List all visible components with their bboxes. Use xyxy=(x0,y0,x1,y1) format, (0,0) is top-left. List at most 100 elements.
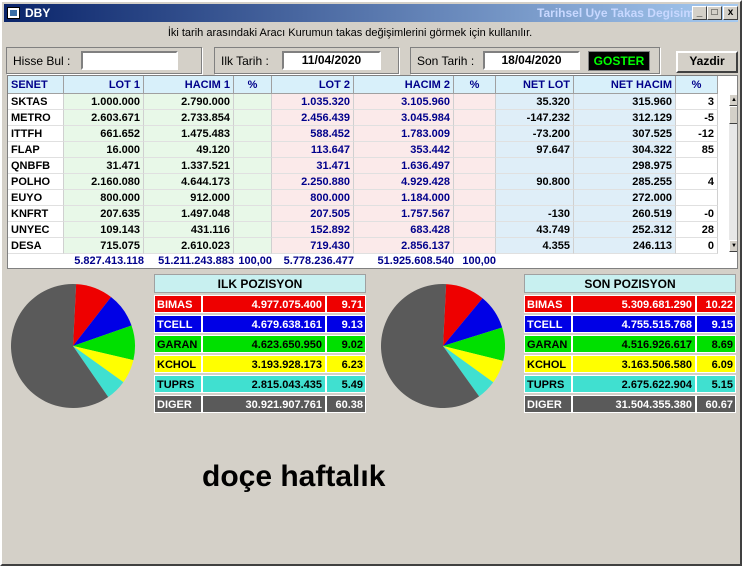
table-cell: 431.116 xyxy=(144,222,234,238)
position-value: 4.755.515.768 xyxy=(572,315,696,333)
title-bar[interactable]: DBY Tarihsel Uye Takas Degisim _ □ x xyxy=(4,4,738,22)
table-row[interactable]: POLHO 2.160.080 4.644.173 2.250.880 4.929.42… xyxy=(8,174,724,190)
column-header[interactable]: % xyxy=(454,76,496,94)
son-tarih-input[interactable]: 18/04/2020 xyxy=(483,51,580,70)
table-row[interactable]: METRO 2.603.671 2.733.854 2.456.439 3.045.98… xyxy=(8,110,724,126)
yazdir-button[interactable]: Yazdir xyxy=(676,51,738,73)
table-row[interactable]: KNFRT 207.635 1.497.048 207.505 1.757.567 -13… xyxy=(8,206,724,222)
table-row[interactable]: DESA 715.075 2.610.023 719.430 2.856.137 4.35… xyxy=(8,238,724,254)
position-percent: 9.15 xyxy=(696,315,736,333)
footer-caption: doçe haftalık xyxy=(202,460,386,493)
table-row[interactable]: QNBFB 31.471 1.337.521 31.471 1.636.497 298.9… xyxy=(8,158,724,174)
close-button[interactable]: x xyxy=(723,6,738,20)
table-cell: 304.322 xyxy=(574,142,676,158)
table-cell: 2.610.023 xyxy=(144,238,234,254)
position-symbol: TCELL xyxy=(524,315,572,333)
total-hacim2: 51.925.608.540 xyxy=(377,255,454,267)
column-header[interactable]: HACIM 2 xyxy=(354,76,454,94)
table-cell: 1.475.483 xyxy=(144,126,234,142)
table-cell: 800.000 xyxy=(64,190,144,206)
table-cell: 1.783.009 xyxy=(354,126,454,142)
total-hacim1: 51.211.243.883 xyxy=(158,255,234,267)
hisse-search-input[interactable] xyxy=(81,51,178,70)
scroll-up-icon[interactable]: ▲ xyxy=(729,94,737,106)
table-cell: 3.105.960 xyxy=(354,94,454,110)
table-cell: EUYO xyxy=(8,190,64,206)
position-value: 4.977.075.400 xyxy=(202,295,326,313)
table-cell: 272.000 xyxy=(574,190,676,206)
minimize-button[interactable]: _ xyxy=(692,6,707,20)
position-row: BIMAS 4.977.075.400 9.71 xyxy=(154,295,366,313)
ilk-tarih-label: Ilk Tarih : xyxy=(221,54,269,68)
table-vertical-scrollbar[interactable]: ▲ ▼ xyxy=(729,94,737,252)
column-header[interactable]: % xyxy=(234,76,272,94)
column-header[interactable]: LOT 2 xyxy=(272,76,354,94)
position-percent: 8.69 xyxy=(696,335,736,353)
table-cell: 260.519 xyxy=(574,206,676,222)
table-cell: 1.184.000 xyxy=(354,190,454,206)
position-percent: 60.67 xyxy=(696,395,736,413)
position-value: 4.516.926.617 xyxy=(572,335,696,353)
description-text: İki tarih arasındaki Aracı Kurumun takas… xyxy=(167,27,533,39)
table-cell: 1.035.320 xyxy=(272,94,354,110)
table-cell: 4.355 xyxy=(496,238,574,254)
column-header[interactable]: NET LOT xyxy=(496,76,574,94)
table-cell: 1.636.497 xyxy=(354,158,454,174)
position-row: BIMAS 5.309.681.290 10.22 xyxy=(524,295,736,313)
table-row[interactable]: ITTFH 661.652 1.475.483 588.452 1.783.009 -73… xyxy=(8,126,724,142)
table-cell: -5 xyxy=(676,110,718,126)
position-symbol: DIGER xyxy=(524,395,572,413)
table-cell: 1.497.048 xyxy=(144,206,234,222)
table-cell: 49.120 xyxy=(144,142,234,158)
table-row[interactable]: FLAP 16.000 49.120 113.647 353.442 97.647 304.… xyxy=(8,142,724,158)
goster-button[interactable]: GOSTER xyxy=(588,51,650,71)
takas-table[interactable]: SENET LOT 1 HACIM 1% LOT 2 HACIM 2% NET LOT NE… xyxy=(7,75,738,269)
hisse-label: Hisse Bul : xyxy=(13,54,71,68)
column-header[interactable]: SENET xyxy=(8,76,64,94)
table-cell: -147.232 xyxy=(496,110,574,126)
column-header[interactable]: NET HACIM xyxy=(574,76,676,94)
window-caption: Tarihsel Uye Takas Degisim xyxy=(537,6,694,20)
table-cell: 0 xyxy=(676,238,718,254)
column-header[interactable]: HACIM 1 xyxy=(144,76,234,94)
table-cell: -130 xyxy=(496,206,574,222)
table-cell xyxy=(234,94,272,110)
table-cell: SKTAS xyxy=(8,94,64,110)
position-row: KCHOL 3.193.928.173 6.23 xyxy=(154,355,366,373)
table-cell: -12 xyxy=(676,126,718,142)
table-cell: 298.975 xyxy=(574,158,676,174)
position-symbol: TUPRS xyxy=(154,375,202,393)
table-cell: 16.000 xyxy=(64,142,144,158)
column-header[interactable]: % xyxy=(676,76,718,94)
table-cell: FLAP xyxy=(8,142,64,158)
table-cell: POLHO xyxy=(8,174,64,190)
table-cell: 4 xyxy=(676,174,718,190)
table-cell: 307.525 xyxy=(574,126,676,142)
table-cell xyxy=(454,158,496,174)
table-cell xyxy=(234,158,272,174)
table-cell: 2.856.137 xyxy=(354,238,454,254)
table-row[interactable]: SKTAS 1.000.000 2.790.000 1.035.320 3.105.96… xyxy=(8,94,724,110)
position-row: GARAN 4.623.650.950 9.02 xyxy=(154,335,366,353)
table-cell: 31.471 xyxy=(272,158,354,174)
table-row[interactable]: EUYO 800.000 912.000 800.000 1.184.000 272.00… xyxy=(8,190,724,206)
scroll-down-icon[interactable]: ▼ xyxy=(729,240,737,252)
column-header[interactable]: LOT 1 xyxy=(64,76,144,94)
ilk-tarih-input[interactable]: 11/04/2020 xyxy=(282,51,381,70)
scroll-thumb[interactable] xyxy=(729,106,737,124)
table-cell xyxy=(454,174,496,190)
table-cell: 588.452 xyxy=(272,126,354,142)
table-cell xyxy=(234,174,272,190)
table-cell xyxy=(454,94,496,110)
position-value: 3.163.506.580 xyxy=(572,355,696,373)
maximize-button[interactable]: □ xyxy=(707,6,722,20)
table-cell: 28 xyxy=(676,222,718,238)
position-symbol: KCHOL xyxy=(154,355,202,373)
total-lot2: 5.778.236.477 xyxy=(283,255,354,267)
app-icon xyxy=(7,7,20,19)
table-row[interactable]: UNYEC 109.143 431.116 152.892 683.428 43.749 2… xyxy=(8,222,724,238)
table-cell: 207.505 xyxy=(272,206,354,222)
table-cell: 4.644.173 xyxy=(144,174,234,190)
table-cell: 43.749 xyxy=(496,222,574,238)
table-cell: 4.929.428 xyxy=(354,174,454,190)
